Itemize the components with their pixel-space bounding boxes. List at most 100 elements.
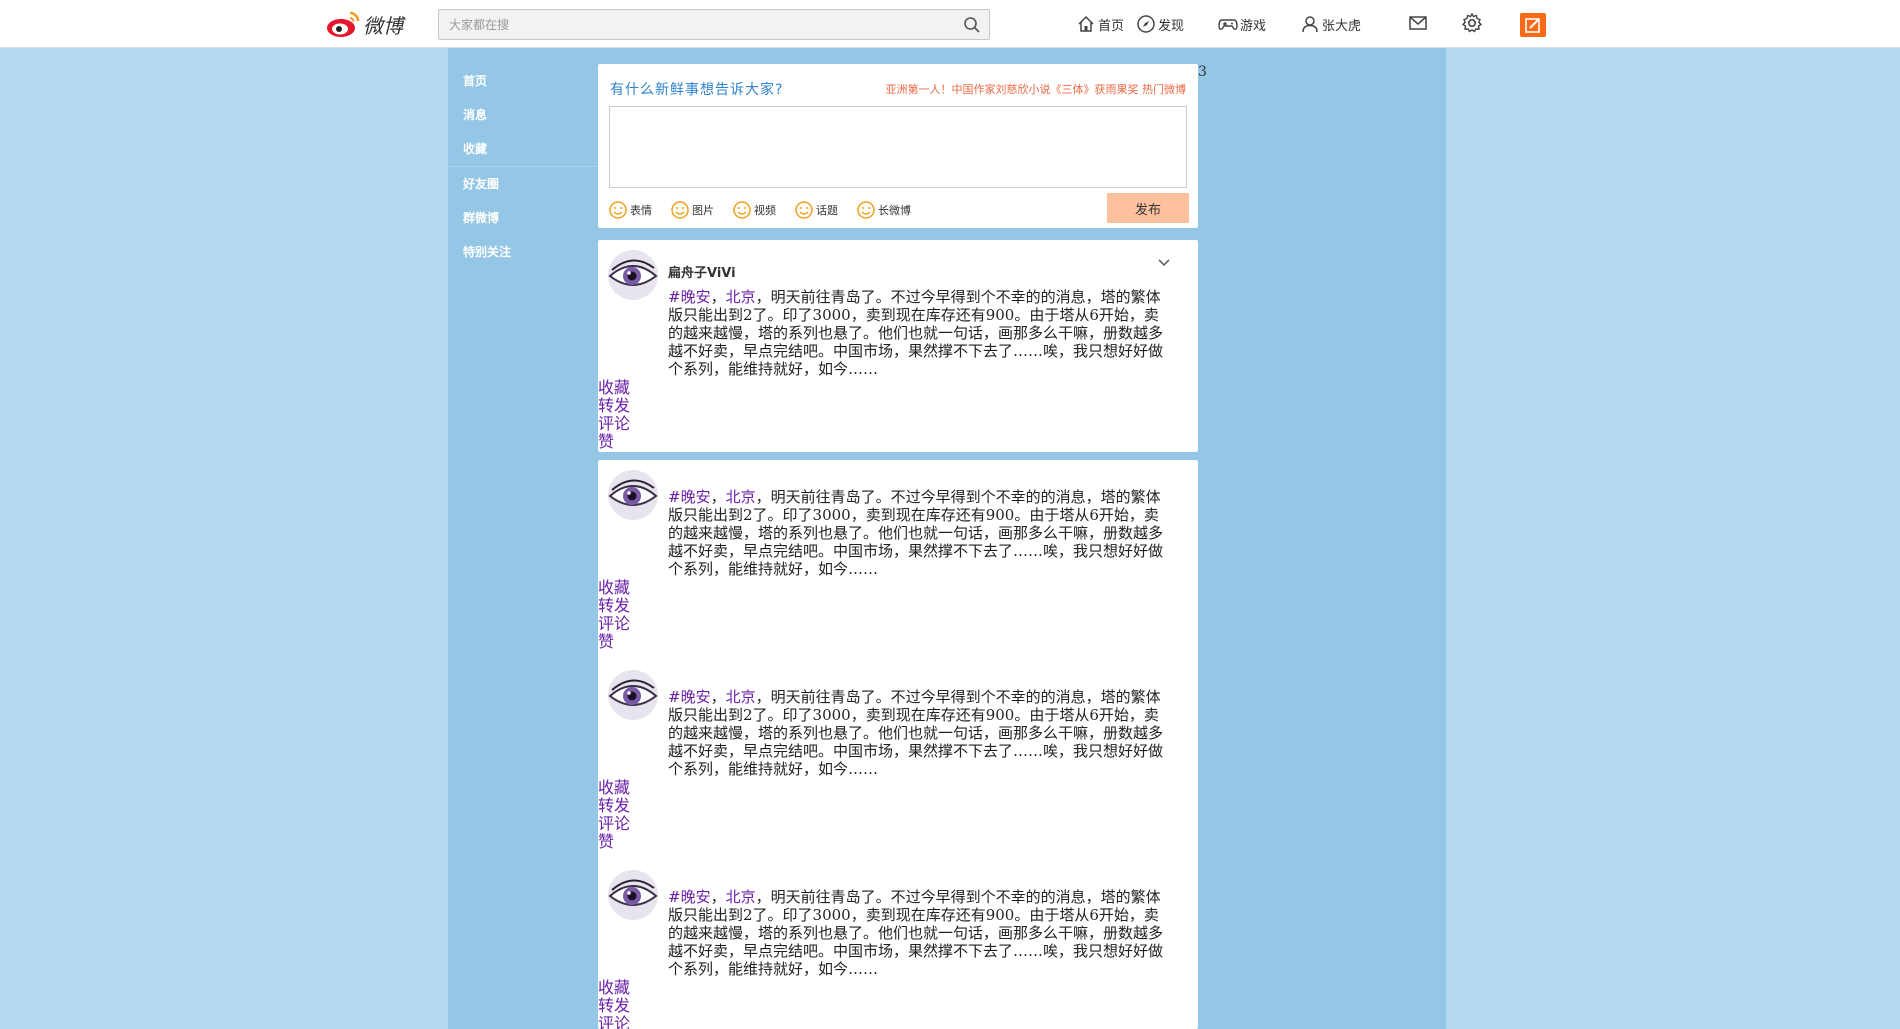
post-location[interactable]: 北京 — [726, 688, 756, 706]
tool-emoji-label: 表情 — [630, 204, 652, 217]
logo-text: 微博 — [363, 13, 403, 38]
tool-emoji[interactable]: 表情 — [608, 200, 652, 220]
action-like[interactable]: 赞 — [598, 433, 630, 451]
nav-games[interactable]: 游戏 — [1218, 12, 1266, 36]
edit-icon — [1525, 18, 1540, 33]
post-hashtag[interactable]: #晚安 — [668, 688, 711, 706]
compass-icon — [1137, 15, 1155, 33]
sidebar-item-messages[interactable]: 消息 — [448, 98, 598, 132]
stray-number: 3 — [1198, 64, 1207, 80]
post-separator: ， — [710, 488, 726, 506]
post-actions: 收藏 转发 评论 赞 — [598, 979, 630, 1029]
nav-games-label: 游戏 — [1240, 18, 1267, 34]
tool-video-label: 视频 — [754, 204, 776, 217]
hot-topic-link[interactable]: 亚洲第一人！中国作家刘慈欣小说《三体》获雨果奖 热门微博 — [886, 81, 1187, 97]
avatar[interactable] — [608, 250, 658, 300]
publish-title: 有什么新鲜事想告诉大家? — [610, 82, 784, 98]
post-actions: 收藏 转发 评论 赞 — [598, 379, 630, 451]
publish-tools: 表情 图片 视频 话题 长微博 — [608, 200, 929, 220]
feed-card: 扁舟子ViVi #晚安，北京，明天前往青岛了。不过今早得到个不幸的的消息，塔的繁… — [598, 240, 1198, 452]
nav-user[interactable]: 张大虎 — [1300, 12, 1361, 36]
action-comment[interactable]: 评论 — [598, 1015, 630, 1029]
feed-card: #晚安，北京，明天前往青岛了。不过今早得到个不幸的的消息，塔的繁体版只能出到2了… — [598, 860, 1198, 1029]
smiley-icon — [671, 201, 689, 219]
action-repost[interactable]: 转发 — [598, 997, 630, 1015]
gamepad-icon — [1218, 19, 1238, 30]
tool-long-post-label: 长微博 — [878, 204, 911, 217]
action-favorite[interactable]: 收藏 — [598, 379, 630, 397]
action-favorite[interactable]: 收藏 — [598, 779, 630, 797]
action-like[interactable]: 赞 — [598, 833, 630, 851]
action-repost[interactable]: 转发 — [598, 597, 630, 615]
top-navbar: 微博 首页 发现 游戏 — [0, 0, 1900, 48]
gear-icon[interactable] — [1460, 11, 1484, 35]
tool-topic[interactable]: 话题 — [794, 200, 838, 220]
nav-home-label: 首页 — [1098, 18, 1125, 34]
sidebar-item-friends-circle[interactable]: 好友圈 — [448, 167, 598, 201]
action-repost[interactable]: 转发 — [598, 397, 630, 415]
nav-user-label: 张大虎 — [1322, 18, 1362, 34]
left-sidebar: 首页 消息 收藏 好友圈 群微博 特别关注 — [448, 64, 598, 269]
feed-card: #晚安，北京，明天前往青岛了。不过今早得到个不幸的的消息，塔的繁体版只能出到2了… — [598, 460, 1198, 672]
search-box — [438, 9, 990, 40]
action-comment[interactable]: 评论 — [598, 415, 630, 433]
tool-image[interactable]: 图片 — [670, 200, 714, 220]
tool-long-post[interactable]: 长微博 — [856, 200, 911, 220]
weibo-logo[interactable]: 微博 — [325, 8, 415, 40]
nav-discover-label: 发现 — [1158, 18, 1185, 34]
post-location[interactable]: 北京 — [726, 288, 756, 306]
post-content: #晚安，北京，明天前往青岛了。不过今早得到个不幸的的消息，塔的繁体版只能出到2了… — [668, 888, 1168, 978]
compose-button[interactable] — [1520, 13, 1546, 37]
post-location[interactable]: 北京 — [726, 888, 756, 906]
search-input[interactable] — [439, 10, 949, 39]
post-hashtag[interactable]: #晚安 — [668, 288, 711, 306]
eye-avatar-image — [608, 670, 658, 720]
action-favorite[interactable]: 收藏 — [598, 979, 630, 997]
smiley-icon — [857, 201, 875, 219]
eye-avatar-image — [608, 250, 658, 300]
publish-textarea[interactable] — [609, 106, 1187, 188]
eye-avatar-image — [608, 870, 658, 920]
eye-avatar-image — [608, 470, 658, 520]
post-content: #晚安，北京，明天前往青岛了。不过今早得到个不幸的的消息，塔的繁体版只能出到2了… — [668, 488, 1168, 578]
sidebar-item-special-follow[interactable]: 特别关注 — [448, 235, 598, 269]
nav-discover[interactable]: 发现 — [1136, 12, 1184, 36]
action-favorite[interactable]: 收藏 — [598, 579, 630, 597]
post-separator: ， — [710, 688, 726, 706]
smiley-icon — [795, 201, 813, 219]
action-comment[interactable]: 评论 — [598, 815, 630, 833]
publish-box: 有什么新鲜事想告诉大家? 亚洲第一人！中国作家刘慈欣小说《三体》获雨果奖 热门微… — [598, 64, 1198, 228]
avatar[interactable] — [608, 670, 658, 720]
tool-video[interactable]: 视频 — [732, 200, 776, 220]
post-author[interactable]: 扁舟子ViVi — [668, 262, 736, 281]
smiley-icon — [609, 201, 627, 219]
home-icon — [1078, 15, 1094, 32]
avatar[interactable] — [608, 870, 658, 920]
post-actions: 收藏 转发 评论 赞 — [598, 579, 630, 651]
tool-topic-label: 话题 — [816, 204, 838, 217]
chevron-down-icon[interactable] — [1156, 254, 1172, 270]
sidebar-item-favorites[interactable]: 收藏 — [448, 132, 598, 166]
feed-card: #晚安，北京，明天前往青岛了。不过今早得到个不幸的的消息，塔的繁体版只能出到2了… — [598, 660, 1198, 872]
action-comment[interactable]: 评论 — [598, 615, 630, 633]
sidebar-item-home[interactable]: 首页 — [448, 64, 598, 98]
action-repost[interactable]: 转发 — [598, 797, 630, 815]
mail-icon[interactable] — [1406, 11, 1430, 35]
post-separator: ， — [710, 888, 726, 906]
nav-home[interactable]: 首页 — [1076, 12, 1124, 36]
user-icon — [1302, 16, 1318, 33]
post-actions: 收藏 转发 评论 赞 — [598, 779, 630, 851]
search-icon[interactable] — [963, 16, 981, 34]
post-separator: ， — [710, 288, 726, 306]
publish-button[interactable]: 发布 — [1107, 193, 1189, 223]
post-location[interactable]: 北京 — [726, 488, 756, 506]
avatar[interactable] — [608, 470, 658, 520]
tool-image-label: 图片 — [692, 204, 714, 217]
post-hashtag[interactable]: #晚安 — [668, 888, 711, 906]
post-hashtag[interactable]: #晚安 — [668, 488, 711, 506]
post-content: #晚安，北京，明天前往青岛了。不过今早得到个不幸的的消息，塔的繁体版只能出到2了… — [668, 288, 1168, 378]
weibo-logo-icon — [327, 11, 360, 37]
sidebar-item-group-weibo[interactable]: 群微博 — [448, 201, 598, 235]
post-content: #晚安，北京，明天前往青岛了。不过今早得到个不幸的的消息，塔的繁体版只能出到2了… — [668, 688, 1168, 778]
action-like[interactable]: 赞 — [598, 633, 630, 651]
